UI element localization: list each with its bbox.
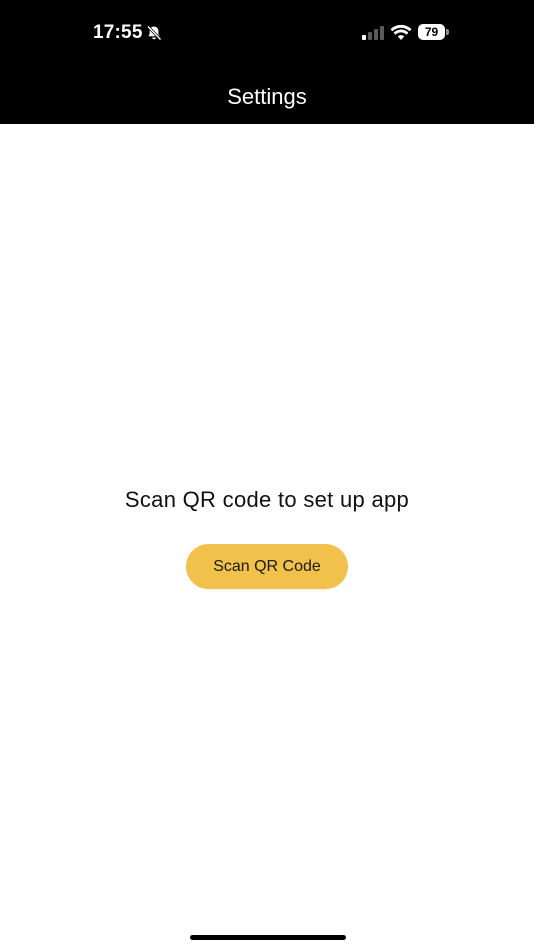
page-title: Settings [227,84,307,109]
cellular-signal-icon [362,26,384,40]
home-indicator[interactable] [190,935,346,940]
battery-indicator: 79 [418,24,445,40]
battery-cap [446,29,449,35]
wifi-icon [390,24,412,40]
scan-qr-code-button[interactable]: Scan QR Code [186,544,348,589]
setup-instruction-text: Scan QR code to set up app [124,487,410,512]
main-content: Scan QR code to set up app Scan QR Code [0,124,534,950]
top-app-bar: 17:55 79 Settings [0,0,534,124]
status-time: 17:55 [93,22,143,43]
bell-slash-icon [146,25,162,41]
